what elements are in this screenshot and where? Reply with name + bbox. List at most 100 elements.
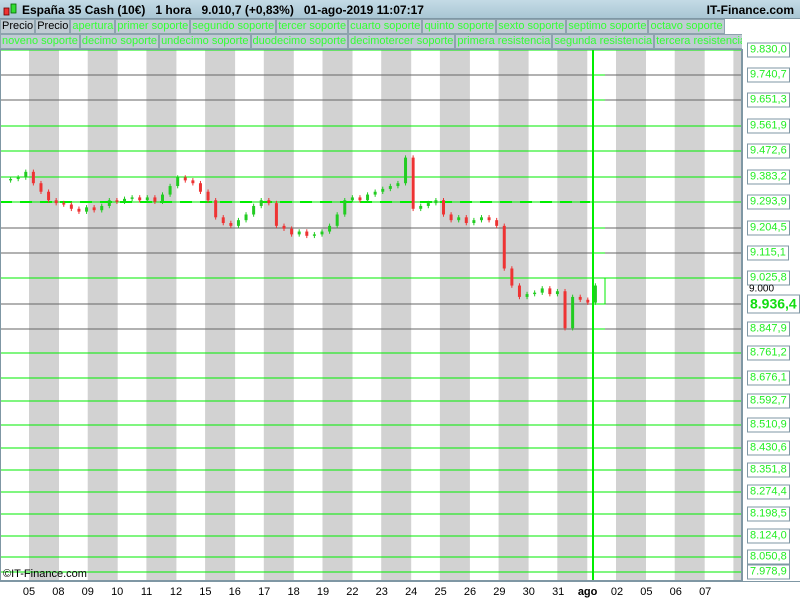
candle	[39, 183, 43, 192]
copyright: ©IT-Finance.com	[3, 568, 87, 580]
time-label: 07	[699, 586, 712, 598]
candle	[16, 177, 20, 179]
legend-item[interactable]: segundo soporte	[190, 19, 277, 34]
candle	[274, 203, 278, 226]
price-chart[interactable]	[0, 49, 742, 581]
candle	[533, 292, 537, 295]
candle	[411, 157, 415, 209]
legend-item[interactable]: cuarto soporte	[348, 19, 423, 34]
day-stripe	[439, 49, 470, 581]
candle	[153, 197, 157, 202]
time-label: 31	[552, 586, 565, 598]
candle	[100, 205, 104, 211]
price-label: 9.830,0	[747, 42, 790, 58]
candle	[426, 203, 430, 206]
price-label: 8.430,6	[747, 440, 790, 456]
price-label: 9.651,3	[747, 92, 790, 108]
legend-item[interactable]: decimo soporte	[79, 34, 160, 49]
candle	[85, 207, 89, 212]
candle	[571, 296, 575, 329]
legend-item[interactable]: noveno soporte	[0, 34, 80, 49]
candle	[396, 183, 400, 187]
legend-item[interactable]: septimo soporte	[566, 19, 649, 34]
time-label: 02	[610, 586, 624, 598]
candle	[555, 291, 559, 295]
candle	[229, 223, 233, 226]
legend-item[interactable]: decimotercer soporte	[348, 34, 456, 49]
candle	[419, 205, 423, 209]
candle	[328, 225, 332, 232]
price-label: 8.351,8	[747, 462, 790, 478]
price-label: 9.204,5	[747, 220, 790, 236]
candle	[373, 191, 377, 195]
candle	[563, 291, 567, 329]
day-stripe	[263, 49, 294, 581]
candle	[107, 200, 111, 206]
time-label: 18	[287, 586, 300, 598]
candle	[236, 220, 240, 226]
candle	[434, 200, 438, 204]
candle	[31, 171, 35, 184]
day-stripe	[29, 49, 59, 581]
time-label: 06	[669, 586, 682, 598]
candle	[77, 208, 81, 212]
day-stripe	[205, 49, 236, 581]
legend-item[interactable]: primera resistencia	[455, 34, 553, 49]
legend-item[interactable]: primer soporte	[115, 19, 191, 34]
price-axis: 9.830,0 9.740,7 9.651,3 9.561,9 9.472,6 9.383…	[742, 42, 800, 581]
candle	[259, 200, 263, 206]
price-label: 8.936,4	[747, 294, 800, 314]
candle	[457, 217, 461, 221]
legend-row-2: noveno soporte decimo soporte undecimo sop…	[0, 34, 742, 49]
candle	[267, 200, 271, 204]
candle	[578, 296, 582, 300]
candle	[290, 228, 294, 235]
candle	[191, 180, 195, 184]
candle	[320, 231, 324, 235]
candle	[62, 203, 66, 205]
candle	[366, 194, 370, 201]
legend-item[interactable]: sexto soporte	[496, 19, 567, 34]
legend-item[interactable]: apertura	[70, 19, 116, 34]
time-label: 12	[169, 586, 183, 598]
day-stripe	[498, 49, 529, 581]
day-stripe	[322, 49, 353, 581]
legend-item[interactable]: tercera resistencia	[654, 34, 742, 49]
candle	[404, 157, 408, 184]
price-label: 8.198,5	[747, 506, 790, 522]
candle	[449, 214, 453, 221]
legend-row-1: Precio Precio apertura primer soporte segund…	[0, 19, 725, 34]
candle	[138, 197, 142, 201]
candle	[168, 186, 172, 195]
legend-item[interactable]: duodecimo soporte	[250, 34, 349, 49]
price-label: 8.676,1	[747, 370, 790, 386]
candle	[305, 231, 309, 236]
time-label: 08	[52, 586, 65, 598]
candle	[130, 197, 134, 199]
legend-item[interactable]: octavo soporte	[648, 19, 725, 34]
time-label: 30	[522, 586, 535, 598]
legend-item[interactable]: quinto soporte	[422, 19, 497, 34]
time-label: 22	[346, 586, 359, 598]
price-label: 8.274,4	[747, 484, 790, 500]
price-label: 9.383,2	[747, 169, 790, 185]
day-stripe	[674, 49, 705, 581]
legend-item[interactable]: Precio	[0, 19, 36, 34]
price-label: 8.847,9	[747, 321, 790, 337]
candle	[335, 214, 339, 226]
candle	[502, 225, 506, 269]
candle	[206, 191, 210, 201]
legend-item[interactable]: tercer soporte	[276, 19, 349, 34]
time-label: 15	[199, 586, 212, 598]
legend-item[interactable]: undecimo soporte	[159, 34, 251, 49]
candlestick-logo-icon	[3, 3, 17, 16]
candle	[593, 285, 597, 303]
legend-item[interactable]: segunda resistencia	[552, 34, 655, 49]
legend-item[interactable]: Precio	[35, 19, 71, 34]
candle	[343, 200, 347, 215]
time-label: 19	[316, 586, 330, 598]
time-label: 25	[434, 586, 447, 598]
candle	[69, 204, 73, 209]
candle	[479, 217, 483, 221]
time-label: 11	[140, 586, 153, 598]
